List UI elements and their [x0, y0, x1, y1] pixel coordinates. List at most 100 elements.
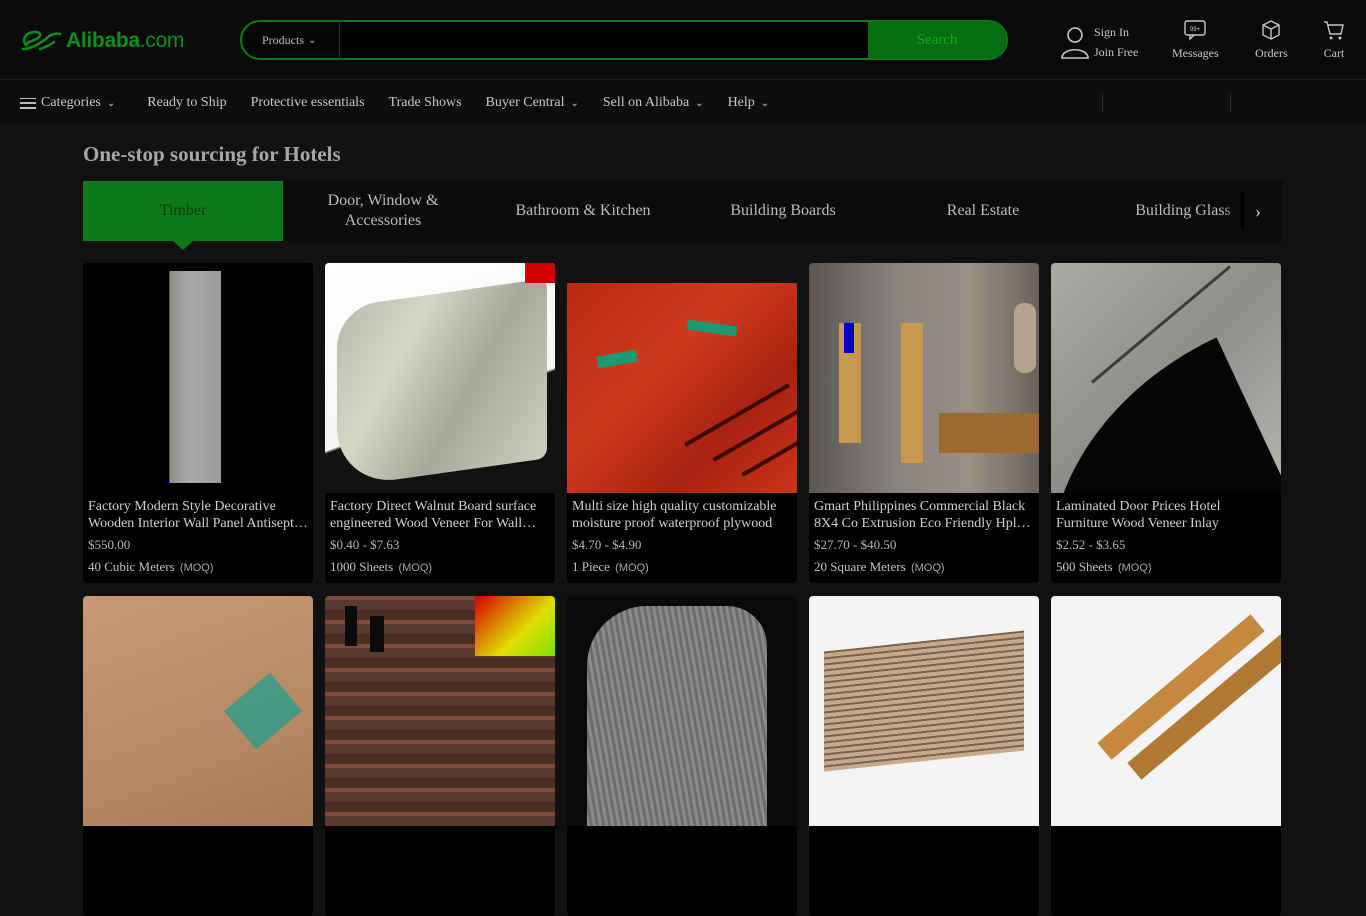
- moq-tag: (MOQ): [179, 562, 214, 574]
- nav-sell-on-alibaba[interactable]: Sell on Alibaba ⌄: [603, 95, 704, 111]
- nav-label: Sell on Alibaba: [602, 95, 690, 110]
- messages-button[interactable]: 99+ Messages: [1172, 18, 1219, 61]
- product-card[interactable]: Factory Modern Style Decorative Wooden I…: [83, 263, 313, 583]
- tab-door-window-accessories[interactable]: Door, Window & Accessories: [283, 181, 483, 241]
- moq-value: 20 Square Meters: [814, 559, 906, 574]
- join-free-link[interactable]: Join Free: [1094, 42, 1138, 62]
- product-image: [325, 263, 555, 493]
- product-price: $27.70 - $40.50: [814, 537, 897, 552]
- moq-tag: (MOQ): [1117, 562, 1152, 574]
- category-tabs: Timber Door, Window & Accessories Bathro…: [83, 181, 1283, 241]
- cart-icon: [1324, 21, 1344, 40]
- search-button[interactable]: Search: [868, 22, 1006, 58]
- alibaba-logo[interactable]: Alibaba.com: [20, 26, 184, 56]
- nav-divider: [1230, 93, 1231, 113]
- tabs-next-button[interactable]: ›: [1223, 181, 1283, 241]
- product-moq: 20 Square Meters (MOQ): [814, 559, 1034, 576]
- product-card[interactable]: [325, 596, 555, 916]
- product-moq: 1000 Sheets (MOQ): [330, 559, 550, 576]
- moq-tag: (MOQ): [615, 562, 649, 574]
- tab-real-estate[interactable]: Real Estate: [883, 181, 1083, 241]
- chevron-down-icon: ⌄: [695, 97, 704, 109]
- messages-label: Messages: [1172, 46, 1219, 60]
- chevron-down-icon: ⌄: [106, 97, 116, 109]
- moq-tag: (MOQ): [398, 562, 433, 574]
- product-image: [83, 596, 313, 826]
- product-title: Factory Modern Style Decorative Wooden I…: [88, 499, 304, 531]
- nav-label: Help: [727, 95, 755, 110]
- message-icon: 99+: [1184, 20, 1207, 41]
- product-price: $0.40 - $7.63: [330, 537, 400, 552]
- moq-value: 1000 Sheets: [330, 559, 394, 574]
- product-image: [809, 263, 1039, 493]
- nav-label: Protective essentials: [250, 95, 365, 110]
- product-image: [325, 596, 555, 826]
- person-icon: [1061, 27, 1089, 59]
- nav-label: Buyer Central: [485, 95, 565, 110]
- search-bar: Products ⌄ Search: [240, 20, 1008, 60]
- page-title: One-stop sourcing for Hotels: [83, 142, 341, 166]
- orders-button[interactable]: Orders: [1255, 18, 1288, 61]
- product-moq: 1 Piece (MOQ): [572, 559, 792, 576]
- product-image: [1051, 596, 1281, 826]
- nav-help[interactable]: Help ⌄: [728, 95, 770, 111]
- product-card[interactable]: Laminated Door Prices Hotel Furniture Wo…: [1051, 263, 1281, 583]
- search-input[interactable]: [340, 22, 868, 58]
- moq-value: 40 Cubic Meters: [88, 559, 175, 574]
- product-price: $550.00: [88, 537, 131, 552]
- chevron-down-icon: ⌄: [570, 97, 579, 109]
- search-category-dropdown[interactable]: Products ⌄: [242, 22, 340, 58]
- orders-icon: [1262, 20, 1281, 40]
- product-moq: 40 Cubic Meters (MOQ): [88, 559, 308, 576]
- product-image: [1051, 263, 1281, 493]
- cart-label: Cart: [1323, 46, 1345, 60]
- tab-timber[interactable]: Timber: [83, 181, 283, 241]
- chevron-down-icon: ⌄: [760, 97, 770, 109]
- logo-wordmark: Alibaba: [66, 29, 140, 52]
- product-price: $4.70 - $4.90: [572, 537, 642, 552]
- product-image: [567, 596, 797, 826]
- product-card[interactable]: [1051, 596, 1281, 916]
- main-nav: Categories ⌄ Ready to Ship Protective es…: [0, 81, 1366, 125]
- nav-label: Trade Shows: [388, 95, 462, 110]
- nav-categories[interactable]: Categories ⌄: [20, 95, 115, 111]
- messages-badge: 99+: [1190, 27, 1201, 33]
- moq-value: 1 Piece: [572, 559, 610, 574]
- nav-ready-to-ship[interactable]: Ready to Ship: [147, 95, 226, 111]
- tab-building-boards[interactable]: Building Boards: [683, 181, 883, 241]
- active-tab-pointer: [173, 241, 193, 250]
- nav-protective-essentials[interactable]: Protective essentials: [251, 95, 365, 111]
- cart-button[interactable]: Cart: [1322, 18, 1346, 61]
- alibaba-logo-icon: [20, 27, 64, 55]
- nav-label: Ready to Ship: [147, 95, 227, 110]
- product-card[interactable]: Gmart Philippines Commercial Black 8X4 C…: [809, 263, 1039, 583]
- logo-text: Alibaba.com: [66, 29, 184, 53]
- tab-bathroom-kitchen[interactable]: Bathroom & Kitchen: [483, 181, 683, 241]
- product-title: Multi size high quality customizable moi…: [572, 499, 777, 531]
- menu-icon: [20, 97, 36, 109]
- sign-in-link[interactable]: Sign In: [1094, 22, 1138, 42]
- product-image: [83, 263, 313, 493]
- orders-label: Orders: [1255, 46, 1288, 60]
- chevron-down-icon: ⌄: [308, 34, 317, 46]
- chevron-right-icon: ›: [1255, 200, 1261, 221]
- nav-divider: [1102, 93, 1103, 113]
- product-card[interactable]: [567, 596, 797, 916]
- product-title: Gmart Philippines Commercial Black 8X4 C…: [814, 499, 1026, 531]
- nav-categories-label: Categories: [41, 95, 101, 110]
- product-moq: 500 Sheets (MOQ): [1056, 559, 1276, 576]
- product-card[interactable]: Factory Direct Walnut Board surface engi…: [325, 263, 555, 583]
- nav-trade-shows[interactable]: Trade Shows: [389, 95, 462, 111]
- product-card[interactable]: [83, 596, 313, 916]
- search-category-label: Products: [262, 32, 304, 47]
- moq-tag: (MOQ): [910, 562, 945, 574]
- product-image: [809, 596, 1039, 826]
- moq-value: 500 Sheets: [1056, 559, 1113, 574]
- product-title: Laminated Door Prices Hotel Furniture Wo…: [1056, 499, 1221, 531]
- sign-in-area[interactable]: Sign In Join Free: [1060, 22, 1138, 62]
- product-card[interactable]: [809, 596, 1039, 916]
- product-card[interactable]: Multi size high quality customizable moi…: [567, 263, 797, 583]
- logo-suffix: .com: [139, 29, 185, 52]
- top-header: Alibaba.com Products ⌄ Search Sign In Jo…: [0, 0, 1366, 80]
- nav-buyer-central[interactable]: Buyer Central ⌄: [486, 95, 579, 111]
